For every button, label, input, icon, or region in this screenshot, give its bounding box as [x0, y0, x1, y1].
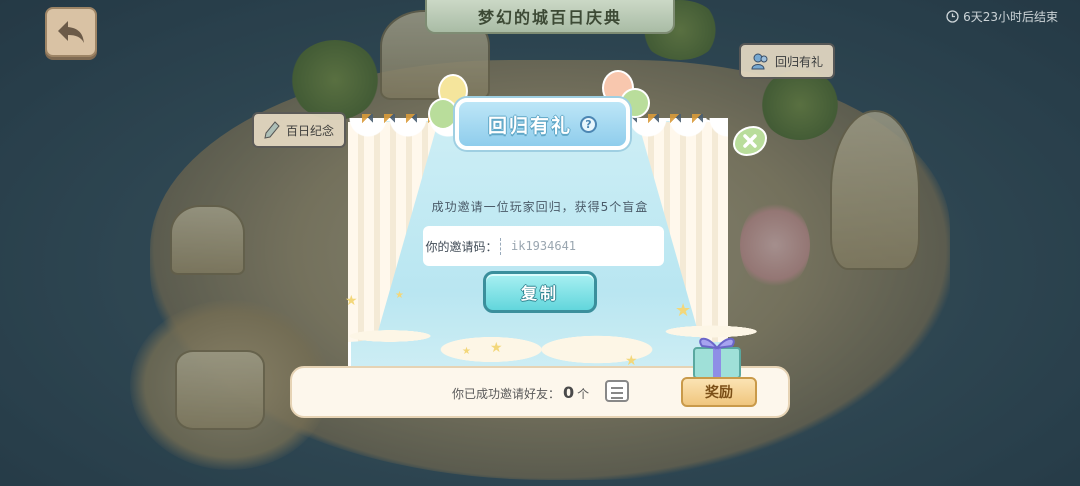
invite-code-label: 你的邀请码： [423, 237, 501, 255]
event-title-banner: 梦幻的城百日庆典 [425, 0, 675, 34]
back-button[interactable] [45, 7, 97, 57]
event-timer: 6天23小时后结束 [946, 8, 1058, 25]
gift-box-icon [693, 337, 741, 379]
clock-icon [946, 10, 959, 23]
invite-code-row: 你的邀请码： [423, 226, 664, 266]
modal-title: 回归有礼 [487, 114, 572, 137]
timer-text: 6天23小时后结束 [963, 10, 1058, 24]
reward-button[interactable]: 奖励 [681, 377, 757, 407]
invited-prefix: 你已成功邀请好友： [452, 387, 561, 401]
close-icon [743, 134, 757, 148]
return-gift-label: 回归有礼 [775, 54, 824, 69]
pencil-icon [264, 121, 280, 139]
invite-description: 成功邀请一位玩家回归，获得5个盲盒 [431, 200, 649, 214]
invited-suffix: 个 [577, 387, 590, 401]
modal-title-plaque: 回归有礼 ? [455, 98, 630, 150]
return-gift-modal: 回归有礼 ? 成功邀请一位玩家回归，获得5个盲盒 你的邀请码： 复制 ★ ★ ★… [290, 68, 790, 420]
balloon-icon [428, 98, 458, 130]
record-list-icon[interactable] [605, 380, 629, 402]
star-icon: ★ [675, 300, 692, 321]
close-button[interactable] [733, 126, 767, 156]
star-icon: ★ [395, 290, 404, 301]
star-icon: ★ [462, 346, 471, 357]
event-title: 梦幻的城百日庆典 [477, 8, 622, 27]
invite-code-field[interactable] [501, 226, 664, 266]
help-icon[interactable]: ? [580, 115, 597, 133]
star-icon: ★ [345, 293, 358, 309]
star-icon: ★ [490, 340, 503, 356]
back-arrow-icon [58, 21, 84, 43]
invited-count-text: 你已成功邀请好友： 0 个 [452, 383, 589, 402]
invited-count: 0 [563, 383, 575, 402]
